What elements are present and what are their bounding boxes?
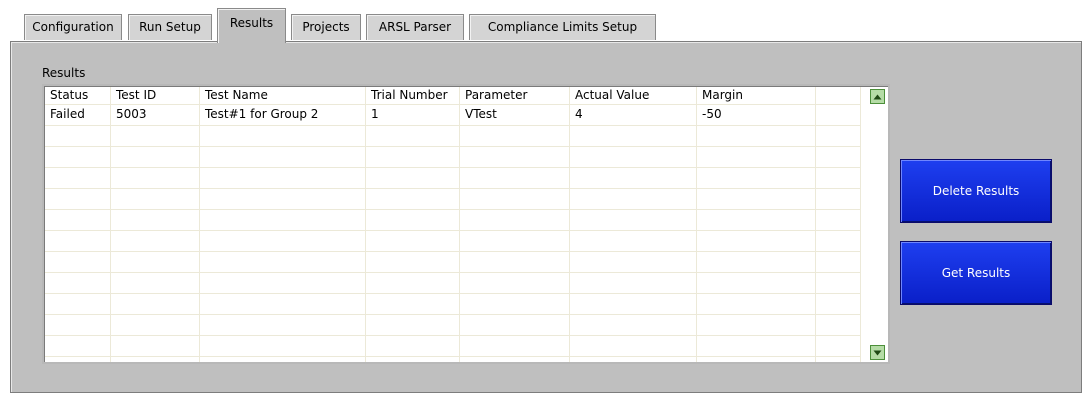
column-header-test-name[interactable]: Test Name (205, 87, 268, 104)
column-divider (365, 87, 366, 362)
column-header-actual-value[interactable]: Actual Value (575, 87, 649, 104)
tab-results[interactable]: Results (217, 8, 286, 43)
column-divider (860, 87, 861, 362)
column-divider (815, 87, 816, 362)
tab-label: Configuration (32, 20, 114, 34)
tab-label: Results (229, 16, 274, 30)
row-divider (45, 314, 860, 315)
column-header-trial-number[interactable]: Trial Number (371, 87, 448, 104)
column-header-test-id[interactable]: Test ID (116, 87, 156, 104)
column-header-margin[interactable]: Margin (702, 87, 743, 104)
cell-trial-number[interactable]: 1 (371, 106, 379, 123)
tab-arsl-parser[interactable]: ARSL Parser (366, 14, 464, 40)
row-divider (45, 356, 860, 357)
row-divider (45, 335, 860, 336)
column-divider (696, 87, 697, 362)
row-divider (45, 188, 860, 189)
cell-actual-value[interactable]: 4 (575, 106, 583, 123)
cell-test-id[interactable]: 5003 (116, 106, 147, 123)
column-divider (569, 87, 570, 362)
scroll-down-button[interactable] (870, 345, 885, 360)
cell-status[interactable]: Failed (50, 106, 85, 123)
column-divider (199, 87, 200, 362)
tab-label: Run Setup (139, 20, 201, 34)
row-divider (45, 146, 860, 147)
row-divider (45, 104, 860, 105)
row-divider (45, 272, 860, 273)
column-divider (110, 87, 111, 362)
row-divider (45, 209, 860, 210)
results-group-label: Results (42, 66, 86, 80)
get-results-button[interactable]: Get Results (900, 241, 1052, 305)
row-divider (45, 167, 860, 168)
tab-configuration[interactable]: Configuration (24, 14, 122, 40)
results-tab-panel: Results Status Test ID Test Name Trial N… (10, 41, 1082, 393)
cell-test-name[interactable]: Test#1 for Group 2 (205, 106, 318, 123)
row-divider (45, 125, 860, 126)
results-grid: Status Test ID Test Name Trial Number Pa… (45, 87, 888, 362)
cell-margin[interactable]: -50 (702, 106, 722, 123)
tab-strip: Configuration Run Setup Results Projects… (0, 0, 1092, 43)
tab-compliance-limits-setup[interactable]: Compliance Limits Setup (469, 14, 656, 40)
column-divider (459, 87, 460, 362)
delete-results-button[interactable]: Delete Results (900, 159, 1052, 223)
column-header-status[interactable]: Status (50, 87, 88, 104)
tab-projects[interactable]: Projects (291, 14, 361, 40)
row-divider (45, 251, 860, 252)
row-divider (45, 293, 860, 294)
scroll-up-button[interactable] (870, 89, 885, 104)
tab-label: ARSL Parser (378, 20, 452, 34)
column-header-parameter[interactable]: Parameter (465, 87, 527, 104)
tab-run-setup[interactable]: Run Setup (128, 14, 212, 40)
tab-label: Projects (302, 20, 350, 34)
results-table[interactable]: Status Test ID Test Name Trial Number Pa… (42, 84, 890, 364)
row-divider (45, 230, 860, 231)
cell-parameter[interactable]: VTest (465, 106, 497, 123)
scroll-down-arrow-icon (873, 350, 882, 355)
scroll-up-arrow-icon (873, 94, 882, 99)
tab-label: Compliance Limits Setup (487, 20, 638, 34)
vertical-scrollbar[interactable] (869, 87, 887, 362)
